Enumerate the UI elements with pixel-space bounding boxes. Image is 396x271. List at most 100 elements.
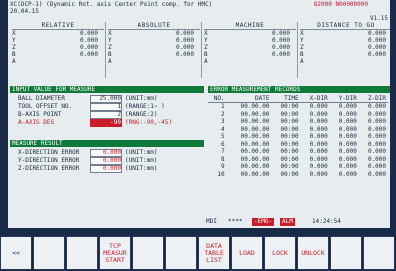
axis-row: Y 0.000 xyxy=(204,37,296,44)
tool-offset-unit: (RANGE:1~ ) xyxy=(125,103,165,110)
table-row[interactable]: 2 00.00.00 00:00 0.000 0.000 0.000 xyxy=(208,111,388,119)
softkey-blank-10[interactable] xyxy=(330,236,362,270)
table-row[interactable]: 5 00.00.00 00:00 0.000 0.000 0.000 xyxy=(208,133,388,141)
a-axis-deg-row[interactable]: A-AXIS DEG -90 (RNG:-90,-45) xyxy=(18,119,172,127)
table-cell: 1 xyxy=(221,103,225,110)
table-cell: 5 xyxy=(221,133,225,140)
table-cell: 00.00.00 xyxy=(240,125,270,133)
axis-label: Y xyxy=(108,37,112,44)
table-cell: 4 xyxy=(221,125,225,133)
tool-offset-field[interactable]: 1 xyxy=(90,103,122,111)
b-axis-point-field[interactable]: 2 xyxy=(90,111,122,119)
table-cell: 0.000 xyxy=(338,163,357,170)
axis-value: 0.000 xyxy=(271,37,290,44)
axis-label: B xyxy=(300,51,304,58)
table-cell: 0.000 xyxy=(367,103,386,110)
softkey-data-table-list[interactable]: DATA TABLE LIST xyxy=(198,236,230,270)
divider xyxy=(297,22,298,78)
axis-value: 0.000 xyxy=(175,51,194,58)
axis-row: Z 0.000 xyxy=(204,44,296,51)
input-section-title: INPUT VALUE FOR MEASURE xyxy=(10,86,204,93)
ball-diameter-row[interactable]: BALL DIAMETER 25.000 (UNIT:mm) xyxy=(18,95,158,103)
table-cell: 0.000 xyxy=(367,148,386,155)
x-error-label: X-DIRECTION ERROR xyxy=(18,149,80,156)
table-cell: 0.000 xyxy=(367,133,386,140)
table-cell: 00:00 xyxy=(280,148,299,155)
table-cell: 00:00 xyxy=(280,125,299,133)
softkey-back[interactable]: << xyxy=(0,236,32,270)
table-cell: 00:00 xyxy=(280,118,299,125)
tool-offset-row[interactable]: TOOL OFFSET NO. 1 (RANGE:1~ ) xyxy=(18,103,165,111)
table-row[interactable]: 10 00.00.00 00:00 0.000 0.000 0.000 xyxy=(208,171,388,179)
softkey-load[interactable]: LOAD xyxy=(231,236,263,270)
axis-value: 0.000 xyxy=(271,44,290,51)
axis-value xyxy=(20,58,104,65)
table-row[interactable]: 7 00.00.00 00:00 0.000 0.000 0.000 xyxy=(208,148,388,156)
records-body: 1 00.00.00 00:00 0.000 0.000 0.000 2 00.00.00 00… xyxy=(208,103,388,179)
ball-diameter-field[interactable]: 25.000 xyxy=(90,95,122,103)
b-axis-point-row[interactable]: B-AXIS POINT 2 (RANGE:2) xyxy=(18,111,158,119)
table-cell: 00.00.00 xyxy=(240,155,270,163)
table-cell: 3 xyxy=(221,118,225,125)
status-bar: MDI **** -EMG- ALM 14:24:54 xyxy=(206,218,386,226)
divider xyxy=(105,22,106,78)
a-axis-deg-field[interactable]: -90 xyxy=(90,119,122,127)
mode-indicator: MDI xyxy=(206,218,217,225)
softkey-unlock[interactable]: UNLOCK xyxy=(297,236,329,270)
softkey-blank-4[interactable] xyxy=(132,236,164,270)
version-label: V1.15 xyxy=(369,15,388,22)
table-cell: 00:00 xyxy=(280,170,299,178)
axis-label: B xyxy=(108,51,112,58)
softkey-blank-11[interactable] xyxy=(363,236,395,270)
axis-row: B 0.000 xyxy=(108,51,200,58)
clock: 14:24:54 xyxy=(312,218,341,225)
axis-value: 0.000 xyxy=(79,44,98,51)
axis-row: A xyxy=(204,58,296,65)
axis-value xyxy=(212,58,296,65)
axis-label: B xyxy=(12,51,16,58)
table-cell: 00.00.00 xyxy=(240,148,270,155)
softkey-tcp-measur-start[interactable]: TCP MEASUR START xyxy=(99,236,131,270)
table-cell: 0.000 xyxy=(338,170,357,178)
table-cell: 00.00.00 xyxy=(240,163,270,170)
table-cell: 0.000 xyxy=(338,110,357,118)
table-cell: 00.00.00 xyxy=(240,133,270,140)
axis-label: A xyxy=(12,58,16,65)
axis-label: Z xyxy=(108,44,112,51)
result-section-title: MEASURE RESULT xyxy=(10,140,204,147)
softkey-blank-1[interactable] xyxy=(33,236,65,270)
y-error-value: 0.000 xyxy=(90,157,122,165)
table-cell: 0.000 xyxy=(309,163,328,170)
table-row[interactable]: 1 00.00.00 00:00 0.000 0.000 0.000 xyxy=(208,103,388,111)
axis-label: A xyxy=(300,58,304,65)
table-cell: 00:00 xyxy=(280,155,299,163)
table-cell: 0.000 xyxy=(309,125,328,133)
softkey-blank-5[interactable] xyxy=(165,236,197,270)
table-row[interactable]: 3 00.00.00 00:00 0.000 0.000 0.000 xyxy=(208,118,388,126)
table-cell: 0.000 xyxy=(367,140,386,148)
axis-label: X xyxy=(12,30,16,37)
table-row[interactable]: 9 00.00.00 00:00 0.000 0.000 0.000 xyxy=(208,163,388,171)
table-row[interactable]: 4 00.00.00 00:00 0.000 0.000 0.000 xyxy=(208,126,388,134)
y-error-label: Y-DIRECTION ERROR xyxy=(18,157,80,164)
records-table: NO. DATE TIME X-DIR Y-DIR Z-DIR 1 00.00.00 00:0… xyxy=(208,95,388,178)
axis-value: 0.000 xyxy=(367,44,386,51)
axis-label: Z xyxy=(204,44,208,51)
status-stars: **** xyxy=(228,218,243,225)
axis-row: B 0.000 xyxy=(204,51,296,58)
softkey-lock[interactable]: LOCK xyxy=(264,236,296,270)
axis-row: Y 0.000 xyxy=(300,37,390,44)
column-header: NO. xyxy=(208,95,227,103)
axis-value xyxy=(308,58,390,65)
tool-offset-label: TOOL OFFSET NO. xyxy=(18,103,73,110)
table-cell: 00.00.00 xyxy=(240,118,270,125)
axis-label: A xyxy=(108,58,112,65)
table-row[interactable]: 6 00.00.00 00:00 0.000 0.000 0.000 xyxy=(208,141,388,149)
records-section-title: ERROR MEASUREMENT RECORDS xyxy=(208,86,390,93)
axis-label: X xyxy=(108,30,112,37)
cnc-screen: XC(DCP-1) (Dynamic Rot. axis Center Poin… xyxy=(8,0,390,228)
softkey-blank-2[interactable] xyxy=(66,236,98,270)
table-row[interactable]: 8 00.00.00 00:00 0.000 0.000 0.000 xyxy=(208,156,388,164)
axis-label: Z xyxy=(12,44,16,51)
axis-label: X xyxy=(300,30,304,37)
